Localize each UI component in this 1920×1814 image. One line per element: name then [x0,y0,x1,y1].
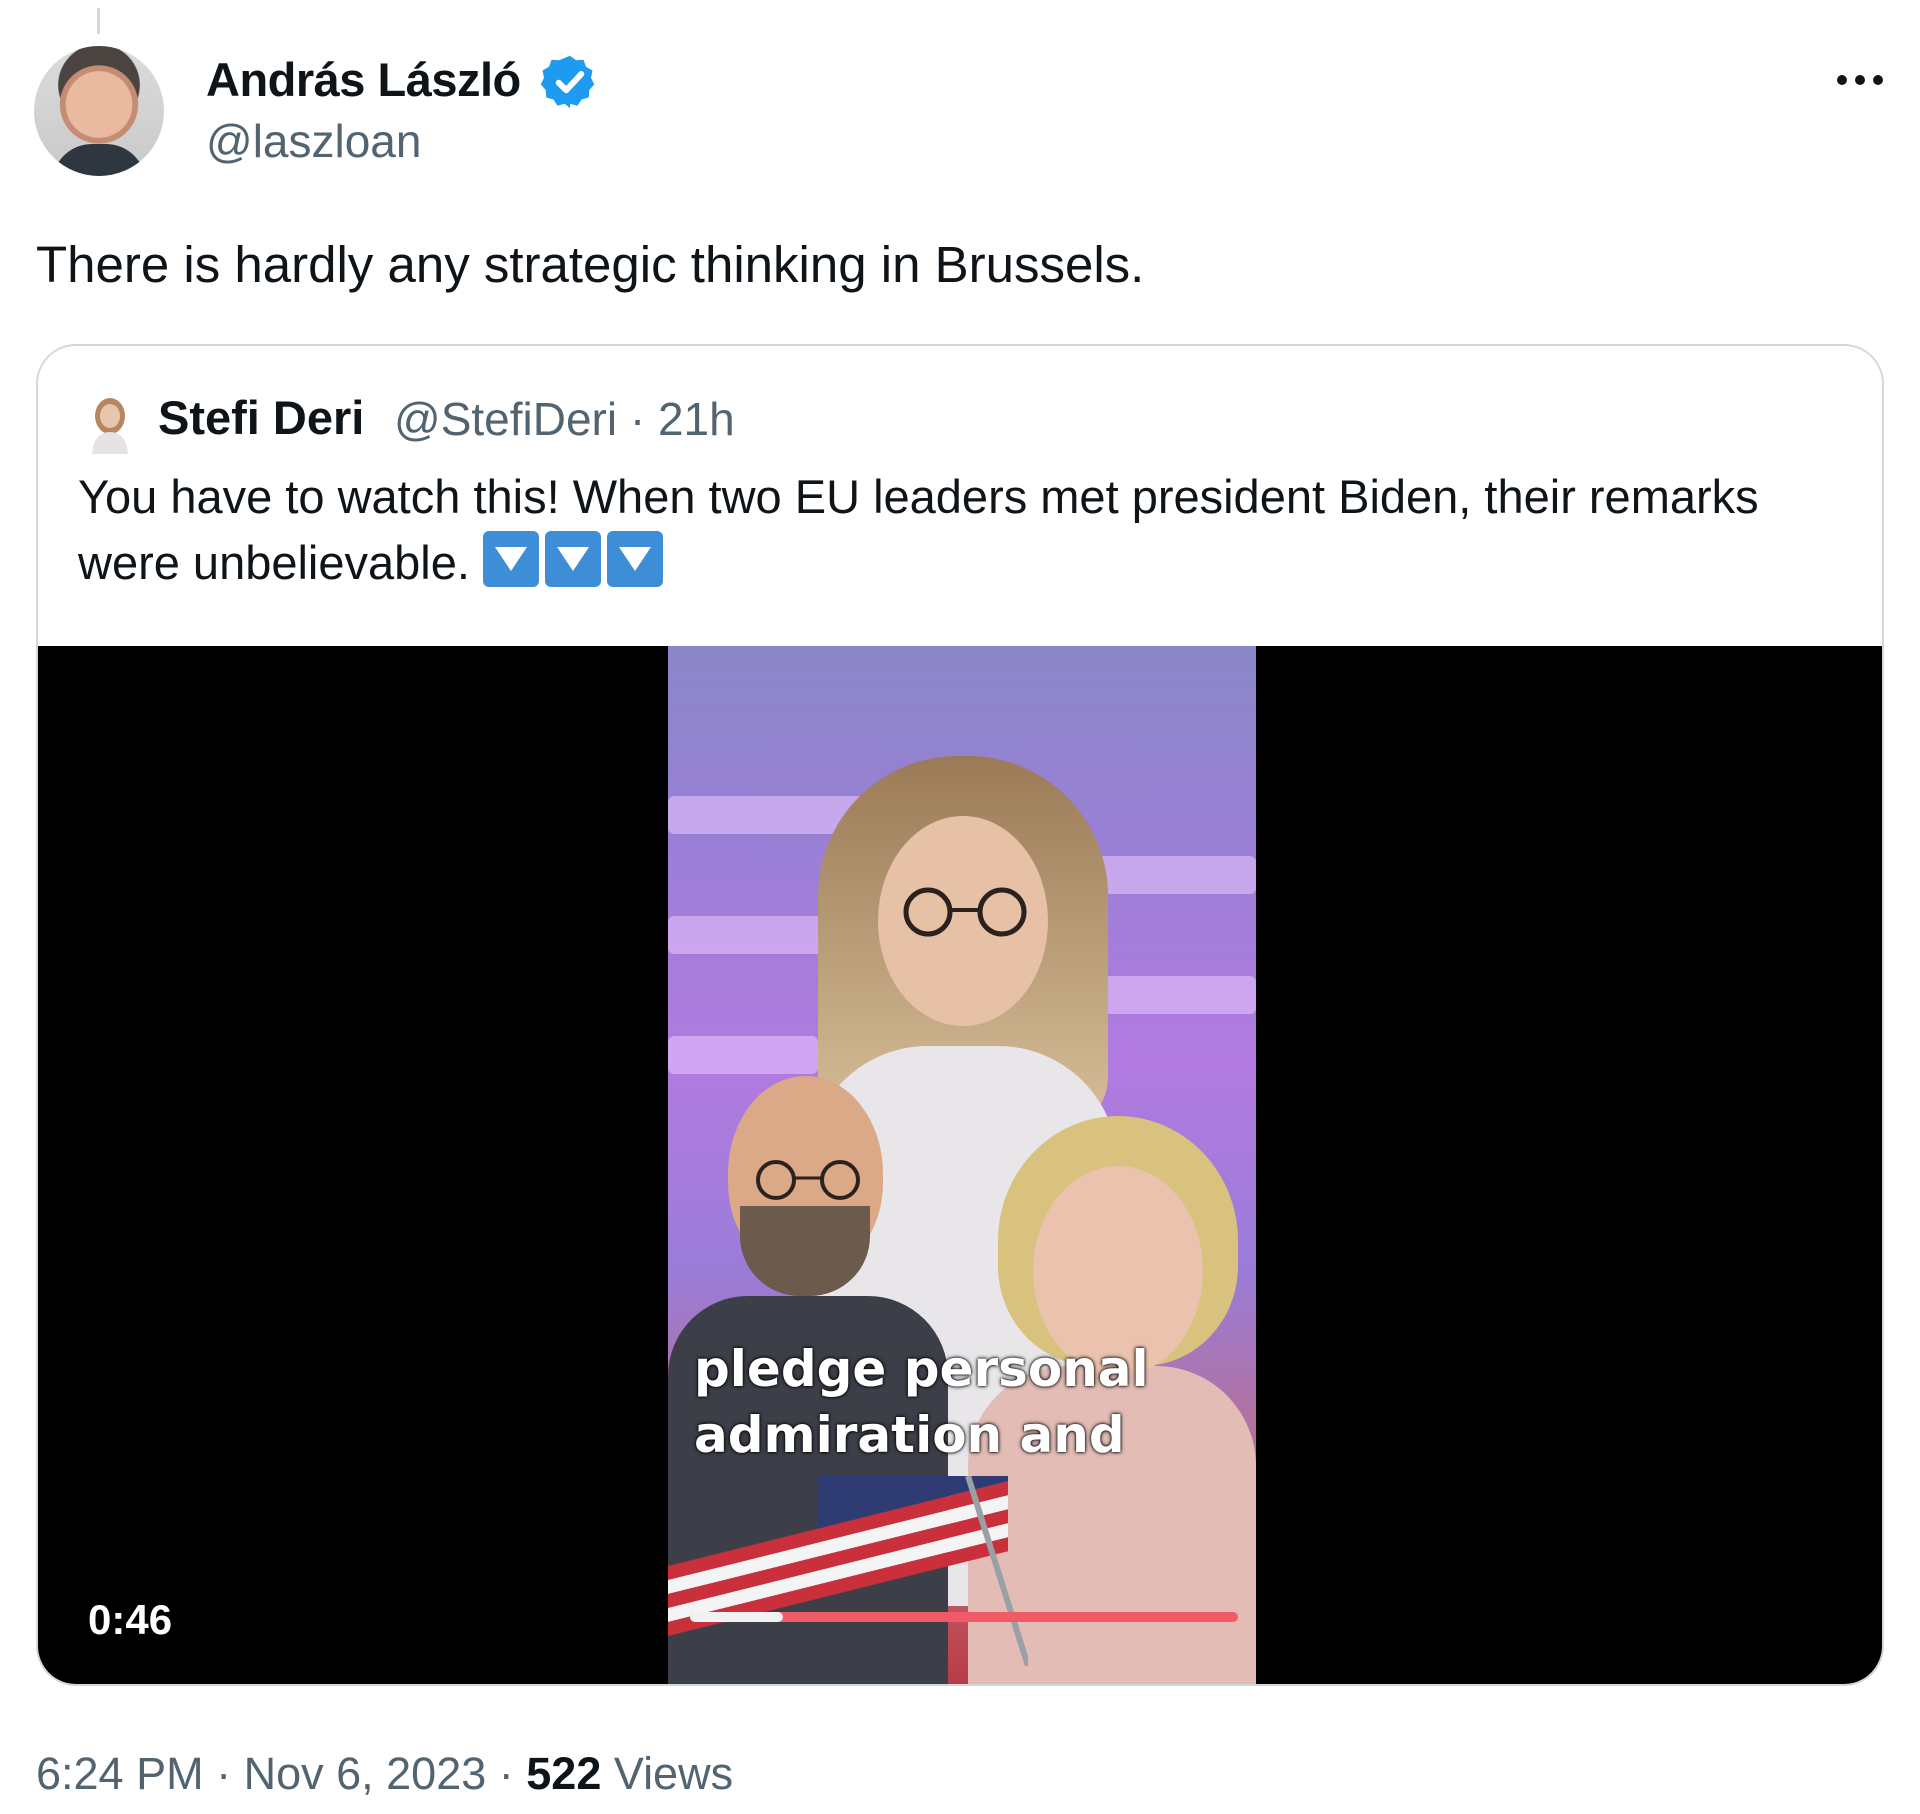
quoted-author-name[interactable]: Stefi Deri [158,390,364,445]
quoted-text-body: You have to watch this! When two EU lead… [78,470,1759,589]
thread-line [97,8,100,34]
video-thumbnail[interactable]: pledge personal admiration and [668,646,1256,1684]
quoted-author-avatar[interactable] [84,394,136,454]
views-count: 522 [526,1748,602,1799]
quoted-tweet[interactable]: Stefi Deri @StefiDeri · 21h You have to … [36,344,1884,1686]
video-progress-fill [690,1612,784,1622]
views-label: Views [601,1748,734,1799]
author-avatar[interactable] [34,46,164,176]
down-arrow-emoji-icon [483,531,539,587]
tweet-text: There is hardly any strategic thinking i… [36,236,1145,293]
author-display-name[interactable]: András László [206,52,521,107]
down-arrow-emoji-icon [545,531,601,587]
tweet-time[interactable]: 6:24 PM [36,1748,204,1799]
video-caption: pledge personal admiration and [694,1340,1149,1464]
down-arrow-emoji-icon [607,531,663,587]
verified-badge-icon[interactable] [540,52,600,112]
meta-separator: · [486,1748,527,1799]
tweet-date[interactable]: Nov 6, 2023 [244,1748,487,1799]
meta-separator: · [203,1748,244,1799]
video-player[interactable]: pledge personal admiration and 0:46 [38,646,1882,1684]
tweet-meta: 6:24 PM · Nov 6, 2023 · 522 Views [36,1748,733,1800]
video-duration: 0:46 [88,1596,173,1643]
more-options-icon[interactable] [1830,62,1890,98]
quoted-tweet-text: You have to watch this! When two EU lead… [78,464,1838,596]
quoted-author-handle[interactable]: @StefiDeri · 21h [394,392,735,446]
author-handle[interactable]: @laszloan [206,114,421,168]
